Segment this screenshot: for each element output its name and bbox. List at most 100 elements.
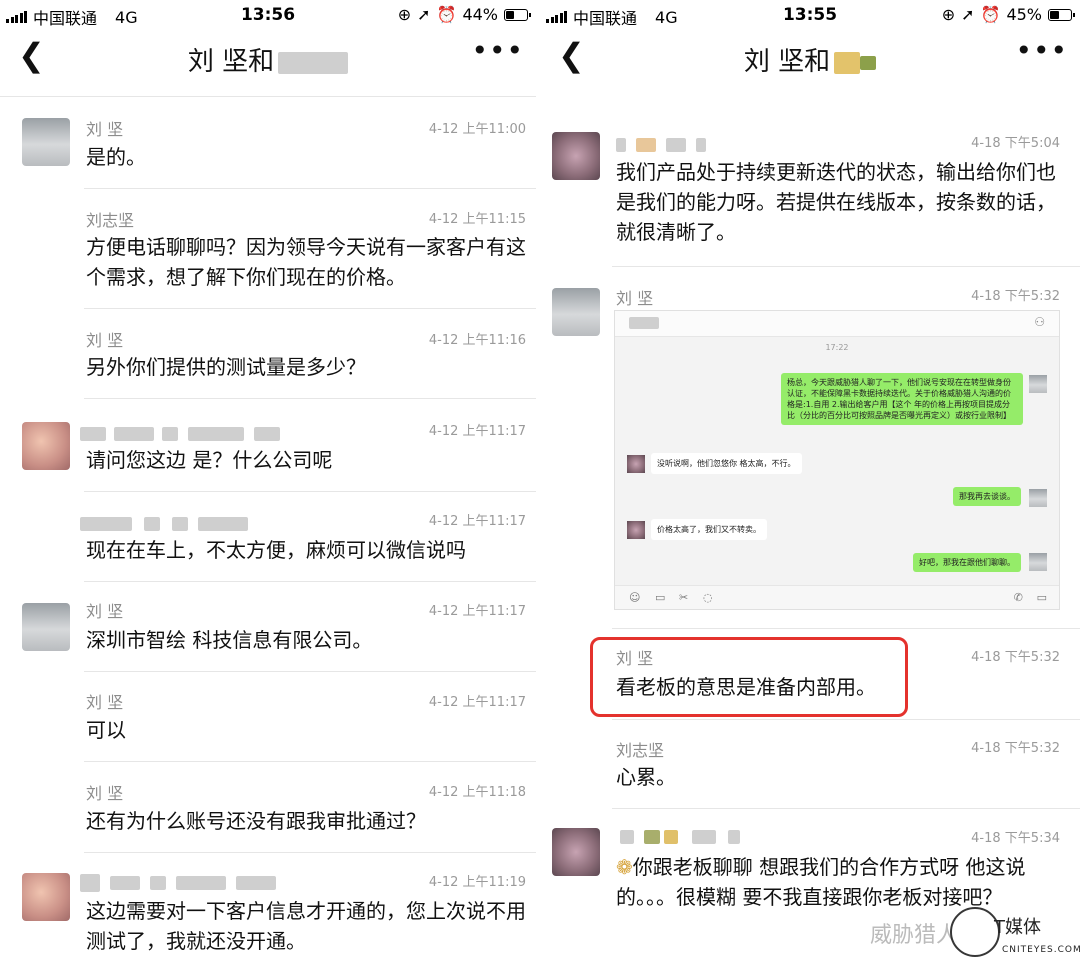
sender-name: 刘志坚 — [616, 741, 665, 760]
avatar[interactable] — [22, 873, 70, 921]
sender-name: 刘 坚 — [86, 693, 124, 712]
embedded-message: 没听说啊，他们忽悠你 格太高，不行。 — [651, 453, 802, 474]
status-bar: 中国联通 4G 13:55 ⊕ ➚ ⏰ 45% — [540, 0, 1080, 30]
message-text: 心累。 — [616, 765, 676, 789]
more-options-icon[interactable]: ••• — [1015, 34, 1068, 67]
divider — [612, 719, 1080, 720]
message-time: 4-18 下午5:32 — [971, 741, 1060, 756]
message-text: 深圳市智绘 科技信息有限公司。 — [86, 628, 373, 652]
avatar[interactable] — [552, 828, 600, 876]
location-icon: ➚ — [961, 5, 975, 24]
sender-name: 刘 坚 — [616, 289, 654, 308]
message-time: 4-18 下午5:04 — [971, 136, 1060, 151]
message-text: ❁你跟老板聊聊 想跟我们的合作方式呀 他这说的。。。很模糊 要不我直接跟你老板对… — [616, 852, 1056, 912]
sender-name: 刘志坚 — [86, 211, 135, 230]
message-time: 4-12 上午11:19 — [428, 875, 526, 890]
watermark-url: CNITEYES.COM — [1002, 945, 1080, 955]
embedded-message: 那我再去谈谈。 — [953, 487, 1021, 506]
divider — [84, 761, 536, 762]
avatar[interactable] — [22, 118, 70, 166]
divider — [84, 188, 536, 189]
message-text: 方便电话聊聊吗？因为领导今天说有一家客户有这个需求，想了解下你们现在的价格。 — [86, 235, 526, 289]
status-bar: 中国联通 4G 13:56 ⊕ ➚ ⏰ 44% — [0, 0, 536, 30]
message-body: 你跟老板聊聊 想跟我们的合作方式呀 他这说的。。。很模糊 要不我直接跟你老板对接… — [616, 855, 1026, 909]
blurred-sender — [80, 872, 276, 892]
message-time: 4-12 上午11:17 — [428, 424, 526, 439]
message-text: 还有为什么账号还没有跟我审批通过？ — [86, 809, 426, 833]
embedded-message: 好吧，那我在跟他们聊聊。 — [913, 553, 1021, 572]
message-time: 4-12 上午11:15 — [428, 212, 526, 227]
message-text: 另外你们提供的测试量是多少？ — [86, 355, 366, 379]
divider — [84, 491, 536, 492]
avatar — [1029, 489, 1047, 507]
nav-bar: ❮ 刘 坚和 ••• — [540, 30, 1080, 90]
message-text: 请问您这边 是？什么公司呢 — [86, 448, 333, 472]
chat-icon: ◌ — [703, 591, 713, 604]
alarm-icon: ⏰ — [980, 5, 1001, 24]
embedded-message: 杨总，今天跟威胁猎人聊了一下，他们说号安现在在转型做身份认证，不能保障黑卡数据持… — [781, 373, 1023, 425]
message-time: 4-12 上午11:17 — [428, 604, 526, 619]
battery-percent: 44% — [462, 5, 498, 24]
emoji-icon: ❁ — [616, 855, 633, 879]
divider — [84, 581, 536, 582]
blurred-sender — [80, 423, 280, 442]
embedded-chat-screenshot[interactable]: ⚇ 17:22 杨总，今天跟威胁猎人聊了一下，他们说号安现在在转型做身份认证，不… — [614, 310, 1060, 610]
divider — [612, 808, 1080, 809]
sender-name: 刘 坚 — [86, 602, 124, 621]
message-time: 4-18 下午5:32 — [971, 289, 1060, 304]
avatar — [1029, 553, 1047, 571]
message-text: 这边需要对一下客户信息才开通的，您上次说不用测试了，我就还没开通。 — [86, 899, 526, 953]
avatar[interactable] — [552, 288, 600, 336]
lock-rotation-icon: ⊕ — [941, 5, 956, 24]
avatar — [627, 521, 645, 539]
nav-bar: ❮ 刘 坚和 ••• — [0, 30, 536, 90]
right-chat-screen: 中国联通 4G 13:55 ⊕ ➚ ⏰ 45% ❮ 刘 坚和 ••• 4-18 … — [540, 0, 1080, 979]
message-time: 4-18 下午5:32 — [971, 650, 1060, 665]
message-time: 4-18 下午5:34 — [971, 831, 1060, 846]
video-icon: ▭ — [1036, 591, 1047, 604]
blurred-sender — [616, 134, 706, 153]
alarm-icon: ⏰ — [436, 5, 457, 24]
divider — [84, 398, 536, 399]
chat-title: 刘 坚和 — [540, 41, 1080, 78]
battery-percent: 45% — [1006, 5, 1042, 24]
left-chat-screen: 中国联通 4G 13:56 ⊕ ➚ ⏰ 44% ❮ 刘 坚和 ••• 刘 坚 4… — [0, 0, 536, 979]
embedded-time: 17:22 — [825, 343, 849, 352]
message-time: 4-12 上午11:16 — [428, 333, 526, 348]
sender-name: 刘 坚 — [616, 649, 654, 668]
avatar[interactable] — [22, 422, 70, 470]
profile-icon: ⚇ — [1034, 315, 1045, 329]
watermark: 威胁猎人 T媒体 CNITEYES.COM — [870, 907, 1080, 971]
chat-title: 刘 坚和 — [0, 41, 536, 78]
lock-rotation-icon: ⊕ — [397, 5, 412, 24]
avatar — [627, 455, 645, 473]
avatar — [1029, 375, 1047, 393]
avatar[interactable] — [552, 132, 600, 180]
message-text: 看老板的意思是准备内部用。 — [616, 675, 876, 699]
more-options-icon[interactable]: ••• — [471, 34, 524, 67]
emoji-icon: ☺ — [629, 591, 641, 604]
location-icon: ➚ — [417, 5, 431, 24]
sender-name: 刘 坚 — [86, 120, 124, 139]
message-text: 可以 — [86, 718, 126, 742]
embedded-message: 价格太高了，我们又不转卖。 — [651, 519, 767, 540]
sender-name: 刘 坚 — [86, 784, 124, 803]
divider — [84, 852, 536, 853]
message-text: 是的。 — [86, 145, 146, 169]
embedded-toolbar: ☺ ▭ ✂ ◌ ✆ ▭ — [615, 585, 1059, 609]
divider — [612, 628, 1080, 629]
divider — [0, 96, 536, 97]
avatar[interactable] — [22, 603, 70, 651]
blurred-sender — [80, 513, 248, 532]
embedded-header: ⚇ — [615, 311, 1059, 337]
watermark-brand: 威胁猎人 — [870, 923, 959, 948]
sender-name: 刘 坚 — [86, 331, 124, 350]
battery-icon — [1048, 8, 1075, 21]
scissors-icon: ✂ — [679, 591, 689, 604]
folder-icon: ▭ — [655, 591, 666, 604]
message-time: 4-12 上午11:17 — [428, 695, 526, 710]
blurred-sender — [620, 826, 740, 845]
watermark-label: T媒体 — [994, 917, 1041, 938]
message-text: 我们产品处于持续更新迭代的状态，输出给你们也是我们的能力呀。若提供在线版本，按条… — [616, 160, 1056, 244]
divider — [84, 671, 536, 672]
